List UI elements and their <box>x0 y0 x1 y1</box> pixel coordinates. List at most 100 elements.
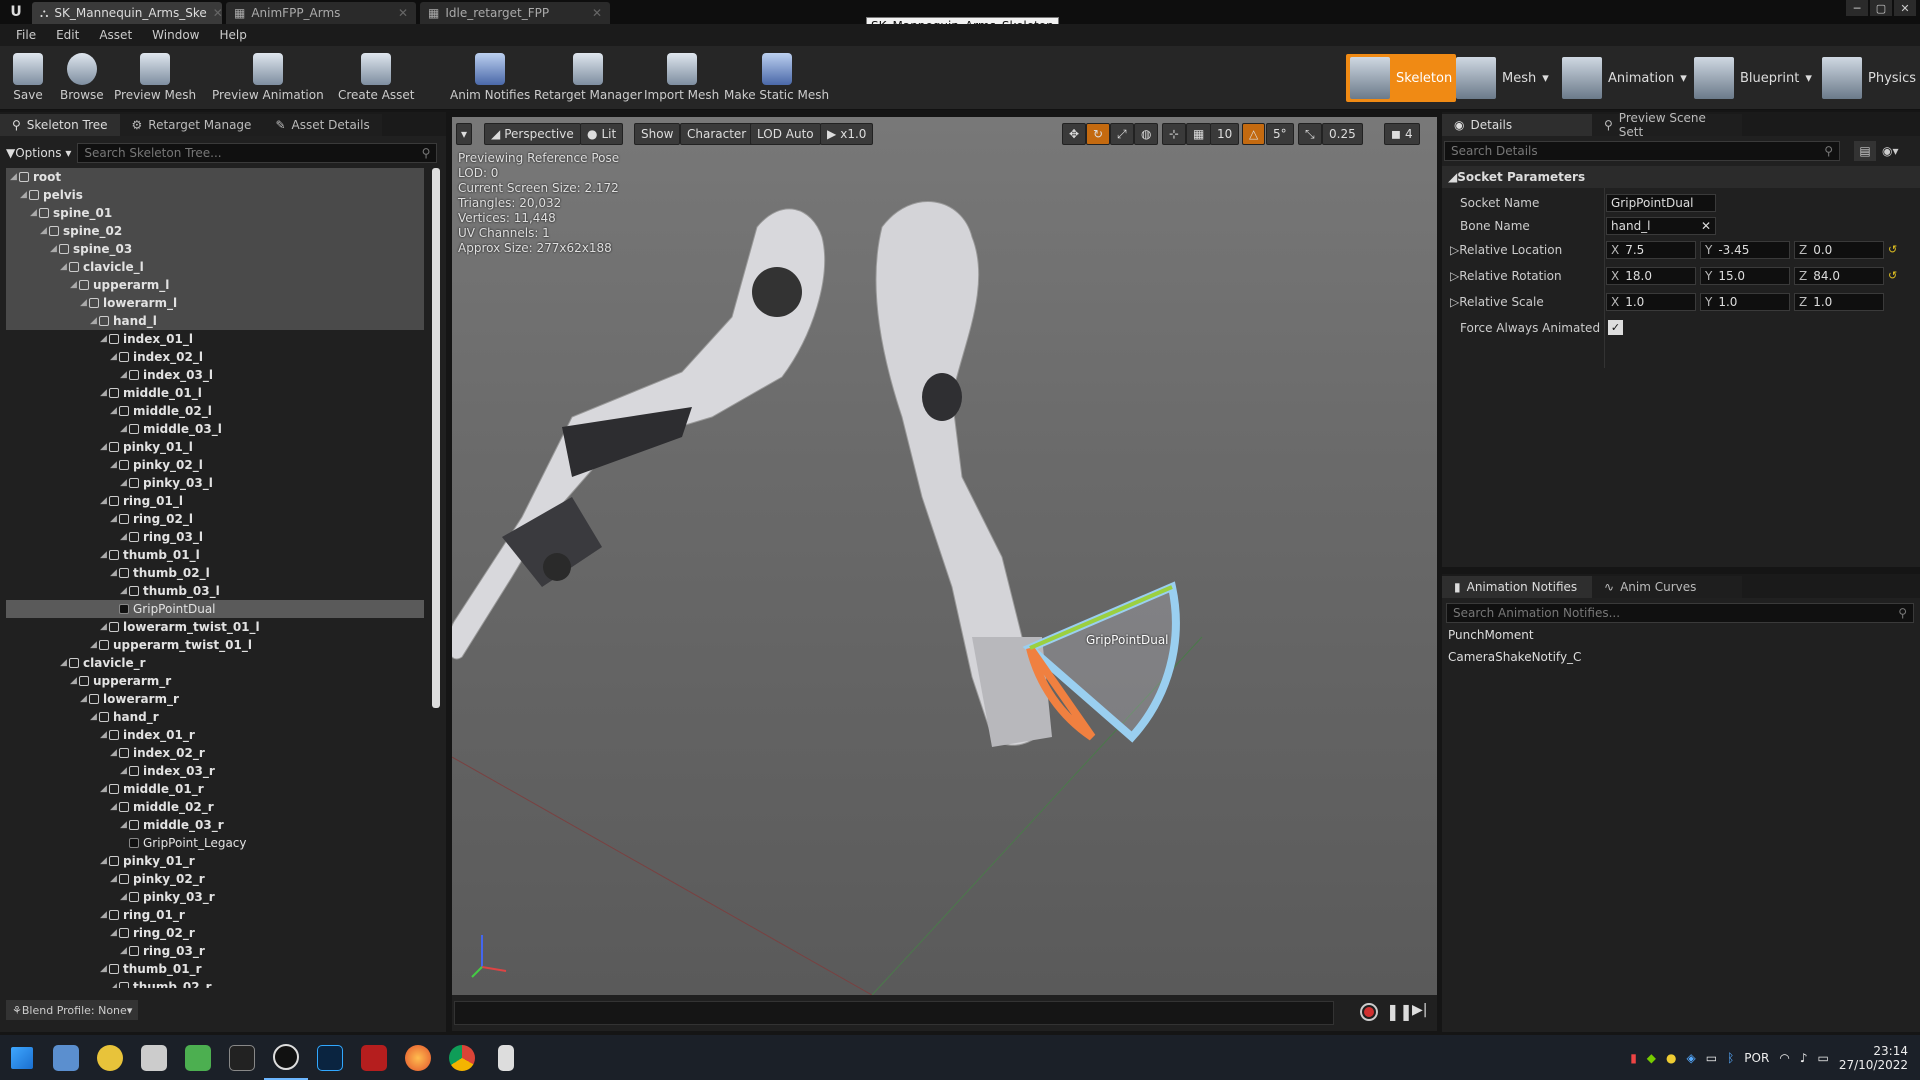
bone-row[interactable]: ◢ root <box>6 168 424 186</box>
lod-button[interactable]: LOD Auto <box>750 123 821 145</box>
expand-arrow-icon[interactable]: ◢ <box>110 802 119 812</box>
tray-nvidia-icon[interactable]: ◆ <box>1647 1051 1656 1065</box>
expand-arrow-icon[interactable]: ◢ <box>100 622 109 632</box>
tray-tips-icon[interactable]: ● <box>1666 1051 1676 1065</box>
bone-row[interactable]: ◢ clavicle_l <box>6 258 424 276</box>
rel-rot-x[interactable]: X 18.0 <box>1606 267 1696 285</box>
scale-snap-toggle[interactable]: ⤡ <box>1298 123 1322 145</box>
tray-flag-icon[interactable]: ▮ <box>1630 1051 1637 1065</box>
scale-tool[interactable]: ⤢ <box>1110 123 1134 145</box>
expand-arrow-icon[interactable]: ◢ <box>120 892 129 902</box>
bone-row[interactable]: ◢ index_02_l <box>6 348 424 366</box>
timeline-scrubber[interactable] <box>454 1001 1334 1025</box>
expand-arrow-icon[interactable]: ◢ <box>90 712 99 722</box>
chevron-down-icon[interactable]: ▾ <box>1680 71 1687 86</box>
bone-row[interactable]: ◢ thumb_01_l <box>6 546 424 564</box>
expand-arrow-icon[interactable]: ◢ <box>120 946 129 956</box>
keyboard-language[interactable]: POR <box>1744 1051 1769 1065</box>
bone-row[interactable]: ◢ pinky_01_r <box>6 852 424 870</box>
bone-row[interactable]: ◢ pinky_02_r <box>6 870 424 888</box>
bone-row[interactable]: ◢ hand_r <box>6 708 424 726</box>
taskbar-filezilla[interactable] <box>352 1035 396 1080</box>
start-button[interactable] <box>0 1035 44 1080</box>
rel-rot-y[interactable]: Y 15.0 <box>1700 267 1790 285</box>
bone-row[interactable]: ◢ upperarm_l <box>6 276 424 294</box>
expand-arrow-icon[interactable]: ◢ <box>100 856 109 866</box>
expand-arrow-icon[interactable]: ◢ <box>20 190 29 200</box>
relative-rotation-row[interactable]: ▷ Relative Rotation <box>1450 266 1562 286</box>
expand-arrow-icon[interactable]: ◢ <box>100 910 109 920</box>
bone-row[interactable]: ◢ index_02_r <box>6 744 424 762</box>
bone-row[interactable]: ◢ pelvis <box>6 186 424 204</box>
rotation-snap-toggle[interactable]: △ <box>1242 123 1266 145</box>
expand-arrow-icon[interactable]: ◢ <box>100 730 109 740</box>
bone-row[interactable]: ◢ middle_01_l <box>6 384 424 402</box>
rel-loc-y[interactable]: Y -3.45 <box>1700 241 1790 259</box>
minimize-icon[interactable]: ─ <box>1846 0 1868 16</box>
bone-row[interactable]: ◢ ring_01_l <box>6 492 424 510</box>
details-search-input[interactable]: Search Details ⚲ <box>1444 141 1840 161</box>
socket-parameters-header[interactable]: ◢ Socket Parameters <box>1442 166 1920 188</box>
tab-animation-notifies[interactable]: ▮ Animation Notifies <box>1442 576 1592 598</box>
rel-scale-x[interactable]: X 1.0 <box>1606 293 1696 311</box>
tray-monitor-icon[interactable]: ▭ <box>1706 1051 1717 1065</box>
blend-profile-dropdown[interactable]: ⚘ Blend Profile: None ▾ <box>6 1000 139 1020</box>
tab-asset-details[interactable]: ✎ Asset Details <box>263 114 382 136</box>
mode-blueprint[interactable]: Blueprint ▾ <box>1690 54 1816 102</box>
bone-row[interactable]: ◢ index_03_l <box>6 366 424 384</box>
expand-arrow-icon[interactable]: ◢ <box>30 208 39 218</box>
expand-arrow-icon[interactable]: ◢ <box>110 748 119 758</box>
expand-arrow-icon[interactable]: ◢ <box>110 874 119 884</box>
taskbar-tips[interactable] <box>88 1035 132 1080</box>
tab-preview-scene[interactable]: ⚲ Preview Scene Sett <box>1592 111 1742 139</box>
menu-help[interactable]: Help <box>209 28 256 42</box>
relative-location-row[interactable]: ▷ Relative Location <box>1450 240 1562 260</box>
bone-row[interactable]: ◢ pinky_02_l <box>6 456 424 474</box>
expand-arrow-icon[interactable]: ◢ <box>110 928 119 938</box>
expand-arrow-icon[interactable]: ◢ <box>100 442 109 452</box>
preview-viewport[interactable]: ▾ ◢ Perspective ● Lit Show Character LOD A… <box>452 117 1437 995</box>
lit-button[interactable]: ● Lit <box>580 123 624 145</box>
socket-row[interactable]: GripPointDual <box>6 600 424 618</box>
bone-row[interactable]: ◢ thumb_03_l <box>6 582 424 600</box>
tab-anim-curves[interactable]: ∿ Anim Curves <box>1592 576 1742 598</box>
bone-row[interactable]: ◢ hand_l <box>6 312 424 330</box>
clock[interactable]: 23:14 27/10/2022 <box>1839 1044 1908 1072</box>
expand-arrow-icon[interactable]: ◢ <box>100 388 109 398</box>
create-asset-button[interactable]: Create Asset <box>338 50 415 102</box>
clear-icon[interactable]: ✕ <box>1701 219 1711 233</box>
expand-arrow-icon[interactable]: ◢ <box>120 820 129 830</box>
chevron-down-icon[interactable]: ▾ <box>1805 71 1812 86</box>
bone-row[interactable]: ◢ index_01_l <box>6 330 424 348</box>
bone-row[interactable]: ◢ ring_01_r <box>6 906 424 924</box>
expand-arrow-icon[interactable]: ◢ <box>60 658 69 668</box>
expand-arrow-icon[interactable]: ◢ <box>80 694 89 704</box>
browse-button[interactable]: Browse <box>60 50 104 102</box>
bone-row[interactable]: ◢ index_03_r <box>6 762 424 780</box>
step-forward-button[interactable]: ▶| <box>1412 1002 1427 1018</box>
bone-row[interactable]: ◢ pinky_03_l <box>6 474 424 492</box>
menu-window[interactable]: Window <box>142 28 209 42</box>
expand-arrow-icon[interactable]: ◢ <box>110 352 119 362</box>
bone-row[interactable]: ◢ thumb_02_r <box>6 978 424 988</box>
bone-row[interactable]: ◢ middle_02_l <box>6 402 424 420</box>
bone-row[interactable]: ◢ pinky_01_l <box>6 438 424 456</box>
bone-row[interactable]: ◢ pinky_03_r <box>6 888 424 906</box>
expand-arrow-icon[interactable]: ◢ <box>100 964 109 974</box>
grid-snap-value[interactable]: 10 <box>1210 123 1240 145</box>
notify-item[interactable]: CameraShakeNotify_C <box>1448 650 1581 664</box>
notify-item[interactable]: PunchMoment <box>1448 628 1534 642</box>
bone-row[interactable]: ◢ thumb_01_r <box>6 960 424 978</box>
translate-tool[interactable]: ✥ <box>1062 123 1087 145</box>
socket-row[interactable]: GripPoint_Legacy <box>6 834 424 852</box>
close-tab-icon[interactable]: ✕ <box>592 6 602 20</box>
retarget-manager-button[interactable]: Retarget Manager <box>534 50 642 102</box>
rel-scale-z[interactable]: Z 1.0 <box>1794 293 1884 311</box>
camera-speed-button[interactable]: ◼ 4 <box>1384 123 1420 145</box>
chevron-down-icon[interactable]: ▾ <box>1542 71 1549 86</box>
bone-row[interactable]: ◢ lowerarm_twist_01_l <box>6 618 424 636</box>
rotate-tool[interactable]: ↻ <box>1086 123 1111 145</box>
tray-shield-icon[interactable]: ◈ <box>1687 1051 1696 1065</box>
tab-details[interactable]: ◉ Details <box>1442 114 1592 136</box>
expand-arrow-icon[interactable]: ◢ <box>100 496 109 506</box>
